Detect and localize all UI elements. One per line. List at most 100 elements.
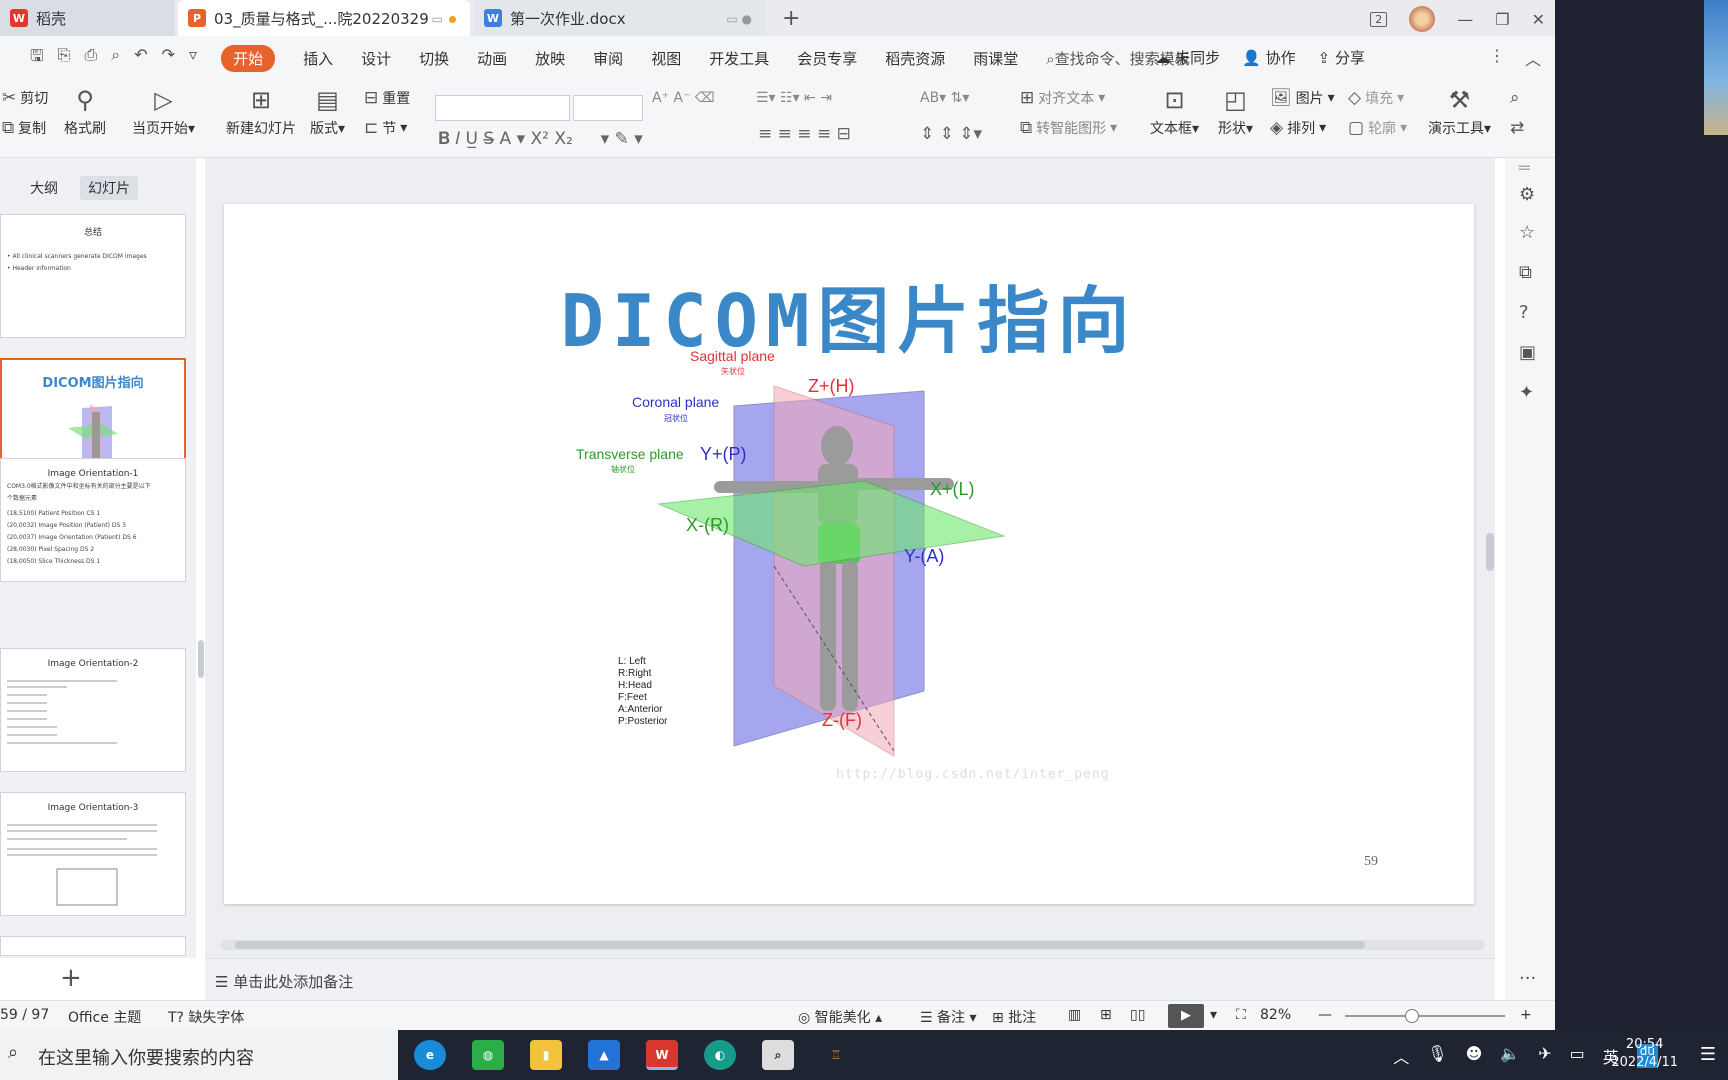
notes-toggle[interactable]: ☰ 备注 ▾	[920, 1007, 977, 1027]
animation-icon[interactable]: ☆	[1519, 222, 1535, 243]
tab-close-icon[interactable]: ▭ ●	[726, 12, 752, 26]
taskbar-clock[interactable]: 20:54 2022/4/11	[1611, 1036, 1678, 1072]
menu-developer[interactable]: 开发工具	[709, 48, 769, 69]
copy-button[interactable]: ⧉ 复制	[2, 118, 46, 138]
horizontal-scrollbar[interactable]	[220, 940, 1485, 950]
slide[interactable]: DICOM图片指向 Sagittal plane 矢状位 Coronal pla…	[224, 204, 1474, 904]
play-options-icon[interactable]: ▾	[1210, 1007, 1217, 1023]
minimize-icon[interactable]: —	[1457, 10, 1473, 29]
outline-button[interactable]: ▢ 轮廓 ▾	[1348, 118, 1407, 138]
theme-name[interactable]: Office 主题	[68, 1007, 141, 1027]
tab-document[interactable]: W 第一次作业.docx ▭ ●	[474, 0, 766, 36]
vertical-scrollbar[interactable]	[1485, 158, 1495, 938]
new-tab-button[interactable]: +	[782, 6, 800, 31]
share-button[interactable]: ⇪ 分享	[1318, 47, 1365, 68]
beautify-button[interactable]: ◎ 智能美化 ▴	[798, 1007, 882, 1027]
align-text-button[interactable]: ⊞ 对齐文本 ▾	[1020, 88, 1105, 108]
missing-font-button[interactable]: T? 缺失字体	[168, 1007, 244, 1027]
normal-view-icon[interactable]: ▥	[1068, 1007, 1081, 1023]
format-painter-button[interactable]: ⚲ 格式刷	[64, 82, 106, 138]
properties-icon[interactable]: ⚙	[1519, 184, 1535, 205]
preview-icon[interactable]: ⌕	[111, 45, 120, 72]
comment-button[interactable]: ⊞ 批注	[992, 1007, 1036, 1027]
help-icon[interactable]: ?	[1519, 302, 1529, 323]
dicom-viewer-icon[interactable]: ⌕	[762, 1040, 794, 1070]
cut-button[interactable]: ✂ 剪切	[2, 88, 48, 108]
close-icon[interactable]: ✕	[1532, 10, 1545, 29]
export-icon[interactable]: ⎘	[58, 45, 71, 72]
sync-button[interactable]: ☁ 未同步	[1155, 47, 1220, 68]
reset-button[interactable]: ⊟ 重置	[364, 88, 410, 108]
menu-rain-classroom[interactable]: 雨课堂	[973, 48, 1018, 69]
section-button[interactable]: ⊏ 节 ▾	[364, 118, 407, 138]
window-count-badge[interactable]: 2	[1370, 11, 1388, 27]
tab-presentation[interactable]: P 03_质量与格式_...院20220329 ▭	[178, 0, 470, 36]
undo-icon[interactable]: ↶	[134, 45, 147, 72]
menu-view[interactable]: 视图	[651, 48, 681, 69]
layout-button[interactable]: ▤ 版式▾	[310, 82, 345, 138]
textbox-button[interactable]: ⊡ 文本框▾	[1150, 82, 1199, 138]
menu-slideshow[interactable]: 放映	[535, 48, 565, 69]
tool-app-icon[interactable]: ♖	[820, 1040, 852, 1070]
edge-app-icon[interactable]: e	[414, 1040, 446, 1070]
picture-button[interactable]: 🖼 图片 ▾	[1270, 88, 1335, 108]
taskbar-search[interactable]: ⌕ 在这里输入你要搜索的内容	[0, 1030, 398, 1080]
menu-home[interactable]: 开始	[221, 44, 276, 72]
text-direction-controls[interactable]: AB▾ ⇅▾	[920, 90, 969, 106]
restore-icon[interactable]: ❐	[1495, 10, 1509, 29]
collaborate-button[interactable]: 👤 协作	[1242, 47, 1295, 68]
collapse-icon[interactable]: ═	[1519, 158, 1530, 179]
tab-slides[interactable]: 幻灯片	[80, 176, 138, 200]
arrange-button[interactable]: ◈ 排列 ▾	[1270, 118, 1326, 138]
redo-icon[interactable]: ↷	[162, 45, 175, 72]
fill-button[interactable]: ◇ 填充 ▾	[1348, 88, 1404, 108]
slide-thumbnail[interactable]: Image Orientation-3	[0, 792, 186, 916]
wechat-app-icon[interactable]: ◍	[472, 1040, 504, 1070]
microphone-icon[interactable]: 🎙	[1427, 1044, 1447, 1068]
collapse-ribbon-icon[interactable]: ︿	[1525, 46, 1541, 70]
volume-icon[interactable]: 🔈	[1500, 1044, 1520, 1068]
paragraph-align-controls[interactable]: ≡ ≡ ≡ ≡ ⊟	[758, 124, 851, 144]
menu-insert[interactable]: 插入	[303, 48, 333, 69]
font-family-select[interactable]	[435, 95, 570, 121]
menu-resources[interactable]: 稻壳资源	[885, 48, 945, 69]
slide-thumbnail[interactable]: Image Orientation-1 COM3.0格式影像文件中和坐标有关的部…	[0, 458, 186, 582]
text-format-controls[interactable]: 𝐁 𝐼 U̲ S̶ A ▾ X² X₂ ▾ ✎ ▾	[438, 124, 643, 149]
tab-outline[interactable]: 大纲	[22, 176, 66, 200]
wps-app-icon[interactable]: W	[646, 1040, 678, 1070]
meeting-app-icon[interactable]: ▲	[588, 1040, 620, 1070]
list-controls[interactable]: ☰▾ ☷▾ ⇤ ⇥	[756, 90, 832, 106]
new-slide-button[interactable]: ⊞ 新建幻灯片	[226, 82, 296, 138]
tab-daoke[interactable]: W 稻壳	[0, 0, 175, 36]
file-explorer-icon[interactable]: ▮	[530, 1040, 562, 1070]
panel-scrollbar[interactable]	[198, 640, 204, 678]
fit-window-icon[interactable]: ⛶	[1236, 1007, 1246, 1023]
image-tools-icon[interactable]: ▣	[1519, 342, 1536, 363]
find-button[interactable]: ⌕	[1510, 88, 1520, 108]
menu-design[interactable]: 设计	[361, 48, 391, 69]
menu-review[interactable]: 审阅	[593, 48, 623, 69]
start-current-button[interactable]: ▷ 当页开始▾	[132, 82, 195, 138]
shape-button[interactable]: ◰ 形状▾	[1218, 82, 1253, 138]
replace-button[interactable]: ⇄	[1510, 118, 1524, 138]
notification-icon[interactable]: ☰	[1700, 1044, 1716, 1065]
slide-thumbnail[interactable]: Image Orientation-2	[0, 648, 186, 772]
menu-transition[interactable]: 切换	[419, 48, 449, 69]
browser-app-icon[interactable]: ◐	[704, 1040, 736, 1070]
present-tools-button[interactable]: ⚒ 演示工具▾	[1428, 82, 1491, 138]
grid-view-icon[interactable]: ⊞	[1100, 1007, 1112, 1023]
user-icon[interactable]: ☻	[1466, 1044, 1483, 1068]
play-slideshow-button[interactable]: ▶	[1168, 1004, 1204, 1028]
more-icon[interactable]: ···	[1519, 968, 1536, 989]
line-spacing-controls[interactable]: ⇕ ⇕ ⇕▾	[920, 124, 982, 144]
font-size-select[interactable]	[573, 95, 643, 121]
slide-thumbnail[interactable]: 总结 • All clinical scanners generate DICO…	[0, 214, 186, 338]
save-icon[interactable]: 🖫	[30, 45, 44, 72]
customize-icon[interactable]: ▿	[189, 45, 197, 72]
menu-member[interactable]: 会员专享	[797, 48, 857, 69]
magic-icon[interactable]: ✦	[1519, 382, 1534, 403]
menu-animation[interactable]: 动画	[477, 48, 507, 69]
network-icon[interactable]: ✈	[1538, 1044, 1551, 1068]
print-icon[interactable]: ⎙	[84, 45, 97, 72]
chevron-up-icon[interactable]: ︿	[1393, 1044, 1409, 1068]
